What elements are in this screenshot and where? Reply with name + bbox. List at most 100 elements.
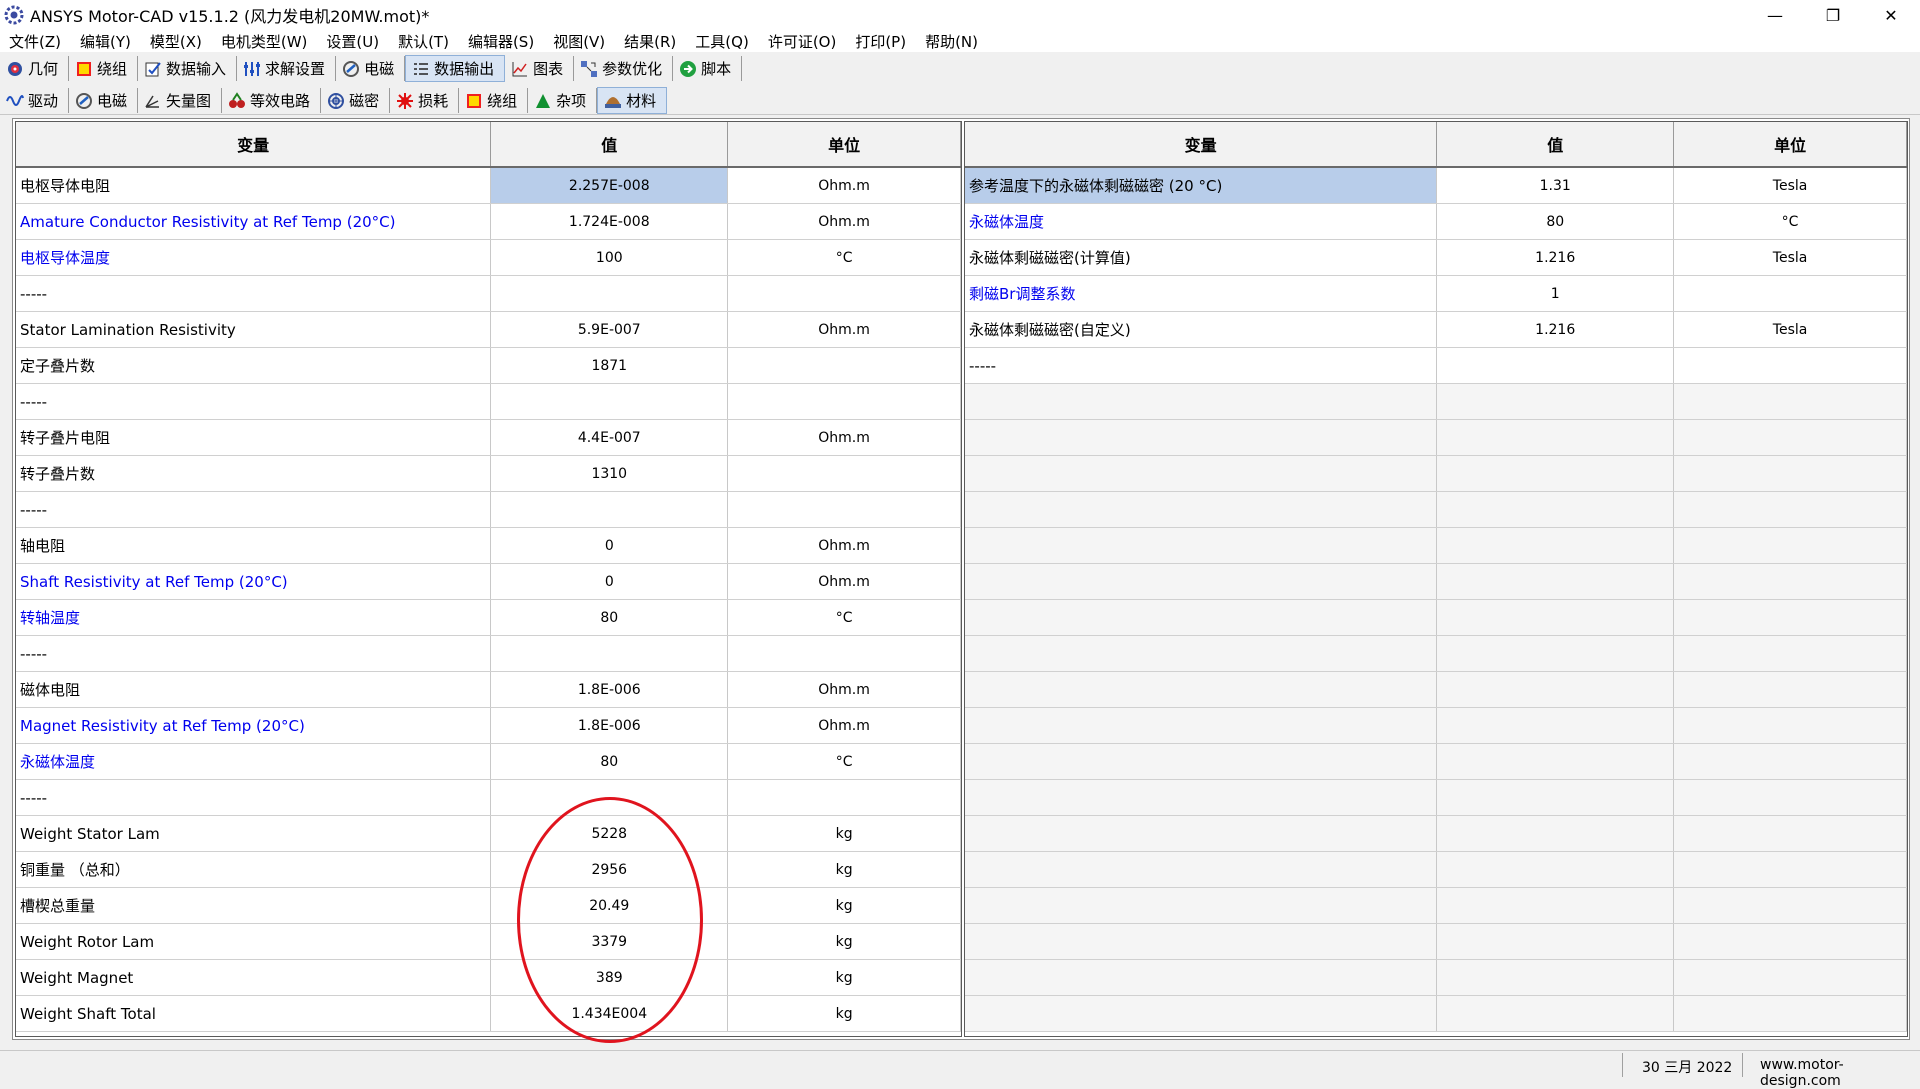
value-cell[interactable]: 3379 bbox=[490, 923, 729, 960]
value-cell[interactable]: 2.257E-008 bbox=[490, 167, 729, 204]
value-cell[interactable] bbox=[1436, 347, 1675, 384]
menu-item[interactable]: 默认(T) bbox=[389, 31, 459, 52]
close-button[interactable]: ✕ bbox=[1862, 0, 1920, 30]
menu-item[interactable]: 编辑(Y) bbox=[71, 31, 141, 52]
value-cell[interactable]: 0 bbox=[490, 563, 729, 600]
table-row[interactable]: 永磁体剩磁磁密(自定义) 1.216 Tesla bbox=[965, 311, 1907, 348]
value-cell[interactable]: 1 bbox=[1436, 275, 1675, 312]
table-row[interactable]: 定子叠片数 1871 bbox=[16, 347, 961, 384]
table-row[interactable]: ----- bbox=[16, 635, 961, 672]
value-cell[interactable]: 1.8E-006 bbox=[490, 707, 729, 744]
value-cell[interactable]: 1.216 bbox=[1436, 239, 1675, 276]
value-cell[interactable] bbox=[490, 383, 729, 420]
sub-tab[interactable]: 绕组 bbox=[459, 88, 529, 113]
table-row[interactable]: 永磁体温度 80 °C bbox=[16, 743, 961, 780]
table-row[interactable]: 转子叠片电阻 4.4E-007 Ohm.m bbox=[16, 419, 961, 456]
table-row[interactable]: 铜重量 （总和） 2956 kg bbox=[16, 851, 961, 888]
table-row[interactable]: ----- bbox=[16, 491, 961, 528]
value-cell[interactable]: 1310 bbox=[490, 455, 729, 492]
value-cell[interactable]: 4.4E-007 bbox=[490, 419, 729, 456]
menu-item[interactable]: 工具(Q) bbox=[686, 31, 759, 52]
table-row[interactable]: 磁体电阻 1.8E-006 Ohm.m bbox=[16, 671, 961, 708]
menu-item[interactable]: 模型(X) bbox=[141, 31, 212, 52]
table-row[interactable]: 电枢导体温度 100 °C bbox=[16, 239, 961, 276]
value-cell[interactable]: 80 bbox=[490, 743, 729, 780]
right-data-grid[interactable]: 变量 值 单位 参考温度下的永磁体剩磁磁密 (20 °C) 1.31 Tesla 永磁… bbox=[964, 121, 1908, 1037]
left-data-grid[interactable]: 变量 值 单位 电枢导体电阻 2.257E-008 Ohm.m Amature Con… bbox=[15, 121, 962, 1037]
value-cell[interactable]: 80 bbox=[490, 599, 729, 636]
table-row[interactable]: ----- bbox=[16, 275, 961, 312]
variable-cell: 永磁体温度 bbox=[16, 743, 492, 780]
table-row[interactable]: Weight Magnet 389 kg bbox=[16, 959, 961, 996]
value-cell[interactable]: 1871 bbox=[490, 347, 729, 384]
table-row[interactable]: 参考温度下的永磁体剩磁磁密 (20 °C) 1.31 Tesla bbox=[965, 167, 1907, 204]
sub-tab[interactable]: 等效电路 bbox=[222, 88, 322, 113]
table-row[interactable]: ----- bbox=[965, 347, 1907, 384]
table-row[interactable]: Amature Conductor Resistivity at Ref Tem… bbox=[16, 203, 961, 240]
sub-tab[interactable]: 杂项 bbox=[528, 88, 598, 113]
table-row[interactable]: Weight Shaft Total 1.434E004 kg bbox=[16, 995, 961, 1032]
table-row[interactable]: Magnet Resistivity at Ref Temp (20°C) 1.8… bbox=[16, 707, 961, 744]
table-row[interactable]: 永磁体剩磁磁密(计算值) 1.216 Tesla bbox=[965, 239, 1907, 276]
menu-item[interactable]: 编辑器(S) bbox=[459, 31, 544, 52]
table-row[interactable]: ----- bbox=[16, 383, 961, 420]
menu-item[interactable]: 设置(U) bbox=[317, 31, 389, 52]
value-cell[interactable] bbox=[490, 491, 729, 528]
main-tab[interactable]: 图表 bbox=[505, 56, 575, 81]
table-row[interactable]: 槽楔总重量 20.49 kg bbox=[16, 887, 961, 924]
sub-tab[interactable]: 损耗 bbox=[390, 88, 460, 113]
value-cell[interactable]: 5228 bbox=[490, 815, 729, 852]
value-cell[interactable] bbox=[490, 779, 729, 816]
value-cell[interactable]: 1.8E-006 bbox=[490, 671, 729, 708]
sub-tab[interactable]: 材料 bbox=[597, 87, 668, 114]
table-row[interactable]: 轴电阻 0 Ohm.m bbox=[16, 527, 961, 564]
value-cell[interactable]: 0 bbox=[490, 527, 729, 564]
value-cell[interactable] bbox=[490, 635, 729, 672]
table-row[interactable]: 永磁体温度 80 °C bbox=[965, 203, 1907, 240]
minimize-button[interactable]: — bbox=[1746, 0, 1804, 30]
value-cell[interactable]: 389 bbox=[490, 959, 729, 996]
menu-item[interactable]: 电机类型(W) bbox=[212, 31, 318, 52]
menu-item[interactable]: 许可证(O) bbox=[759, 31, 847, 52]
status-bar: 30 三月 2022 www.motor-design.com bbox=[0, 1050, 1920, 1089]
sub-tab[interactable]: 驱动 bbox=[0, 88, 70, 113]
menu-item[interactable]: 视图(V) bbox=[544, 31, 615, 52]
table-row[interactable]: Weight Rotor Lam 3379 kg bbox=[16, 923, 961, 960]
value-cell[interactable]: 2956 bbox=[490, 851, 729, 888]
empty-table-row bbox=[965, 887, 1907, 924]
main-tab[interactable]: 数据输出 bbox=[405, 55, 506, 82]
value-cell[interactable]: 1.216 bbox=[1436, 311, 1675, 348]
menu-item[interactable]: 结果(R) bbox=[615, 31, 686, 52]
value-cell[interactable]: 1.724E-008 bbox=[490, 203, 729, 240]
table-row[interactable]: 转轴温度 80 °C bbox=[16, 599, 961, 636]
sub-tab[interactable]: 磁密 bbox=[321, 88, 391, 113]
table-row[interactable]: 转子叠片数 1310 bbox=[16, 455, 961, 492]
main-tab[interactable]: 电磁 bbox=[336, 56, 406, 81]
table-row[interactable]: 剩磁Br调整系数 1 bbox=[965, 275, 1907, 312]
table-row[interactable]: Weight Stator Lam 5228 kg bbox=[16, 815, 961, 852]
empty-cell bbox=[1436, 635, 1675, 672]
value-cell[interactable] bbox=[490, 275, 729, 312]
table-row[interactable]: Stator Lamination Resistivity 5.9E-007 Ohm… bbox=[16, 311, 961, 348]
sub-tab[interactable]: 矢量图 bbox=[138, 88, 223, 113]
main-tab[interactable]: 数据输入 bbox=[138, 56, 238, 81]
table-row[interactable]: ----- bbox=[16, 779, 961, 816]
menu-item[interactable]: 打印(P) bbox=[846, 31, 916, 52]
value-cell[interactable]: 80 bbox=[1436, 203, 1675, 240]
value-cell[interactable]: 1.31 bbox=[1436, 167, 1675, 204]
menu-item[interactable]: 帮助(N) bbox=[916, 31, 988, 52]
main-tab[interactable]: 几何 bbox=[0, 56, 70, 81]
main-tab[interactable]: 脚本 bbox=[673, 56, 743, 81]
table-row[interactable]: 电枢导体电阻 2.257E-008 Ohm.m bbox=[16, 167, 961, 204]
main-tab[interactable]: 求解设置 bbox=[237, 56, 337, 81]
value-cell[interactable]: 100 bbox=[490, 239, 729, 276]
main-tab[interactable]: 参数优化 bbox=[574, 56, 674, 81]
menu-item[interactable]: 文件(Z) bbox=[0, 31, 71, 52]
sub-tab[interactable]: 电磁 bbox=[69, 88, 139, 113]
main-tab[interactable]: 绕组 bbox=[69, 56, 139, 81]
restore-button[interactable]: ❐ bbox=[1804, 0, 1862, 30]
table-row[interactable]: Shaft Resistivity at Ref Temp (20°C) 0 Ohm… bbox=[16, 563, 961, 600]
value-cell[interactable]: 1.434E004 bbox=[490, 995, 729, 1032]
value-cell[interactable]: 20.49 bbox=[490, 887, 729, 924]
value-cell[interactable]: 5.9E-007 bbox=[490, 311, 729, 348]
